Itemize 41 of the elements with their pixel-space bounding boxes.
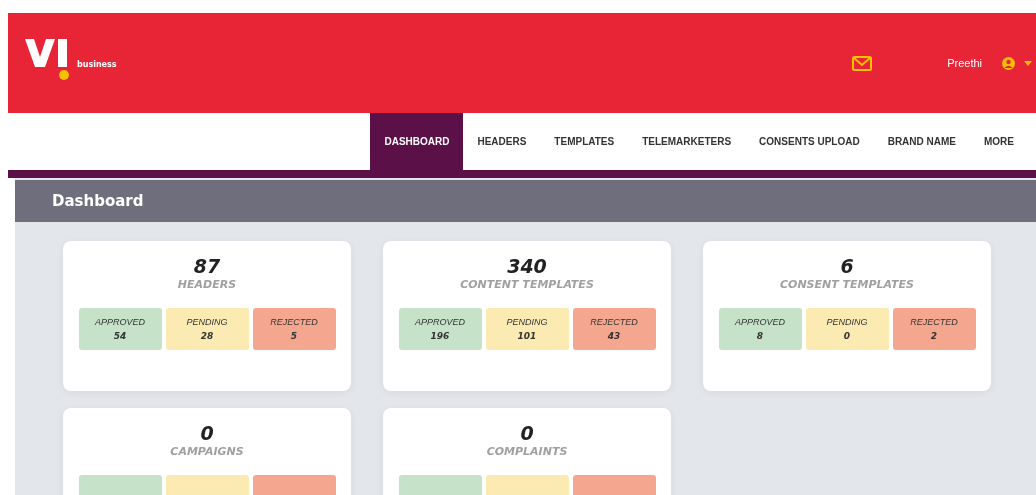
status-value: 5 — [290, 331, 298, 341]
status-label: REJECTED — [590, 317, 638, 327]
count-value: 87 — [193, 255, 221, 277]
card-title: CONTENT TEMPLATES — [460, 278, 594, 291]
status-value: 101 — [517, 331, 537, 341]
caret-icon[interactable] — [1024, 60, 1032, 66]
status-value: 54 — [113, 331, 127, 341]
status-label: PENDING — [186, 317, 228, 327]
status-value: 43 — [607, 331, 621, 341]
status-label: REJECTED — [910, 317, 958, 327]
nav-tab[interactable]: CONSENTS UPLOAD — [745, 113, 874, 170]
status-label: APPROVED — [95, 317, 145, 327]
count-value: 340 — [507, 255, 547, 277]
card-title: CAMPAIGNS — [170, 445, 244, 458]
status-label: PENDING — [826, 317, 868, 327]
status-value: 8 — [756, 331, 764, 341]
mail-icon[interactable] — [852, 55, 873, 71]
brand-text: business — [77, 60, 117, 69]
card-title: COMPLAINTS — [486, 445, 568, 458]
status-value: 28 — [200, 331, 214, 341]
status-label: APPROVED — [735, 317, 785, 327]
status-label: APPROVED — [415, 317, 465, 327]
nav-tab[interactable]: DASHBOARD — [370, 113, 464, 170]
user-avatar-icon[interactable] — [1002, 56, 1015, 70]
nav-tab[interactable]: BRAND NAME — [873, 113, 970, 170]
nav-tab[interactable]: MORE — [970, 113, 1036, 170]
count-value: 0 — [200, 422, 214, 444]
nav-tab[interactable]: TELEMARKETERS — [628, 113, 746, 170]
card-title: HEADERS — [177, 278, 237, 291]
status-value: 2 — [930, 331, 938, 341]
page-title: Dashboard — [52, 192, 144, 210]
status-value: 196 — [430, 331, 450, 341]
count-value: 6 — [840, 255, 854, 277]
card-title: CONSENT TEMPLATES — [779, 278, 914, 291]
status-label: PENDING — [506, 317, 548, 327]
count-value: 0 — [520, 422, 534, 444]
user-name[interactable]: Preethi — [947, 57, 982, 69]
nav-tab[interactable]: TEMPLATES — [540, 113, 629, 170]
nav-tab[interactable]: HEADERS — [463, 113, 541, 170]
status-value: 0 — [843, 331, 851, 341]
status-label: REJECTED — [270, 317, 318, 327]
